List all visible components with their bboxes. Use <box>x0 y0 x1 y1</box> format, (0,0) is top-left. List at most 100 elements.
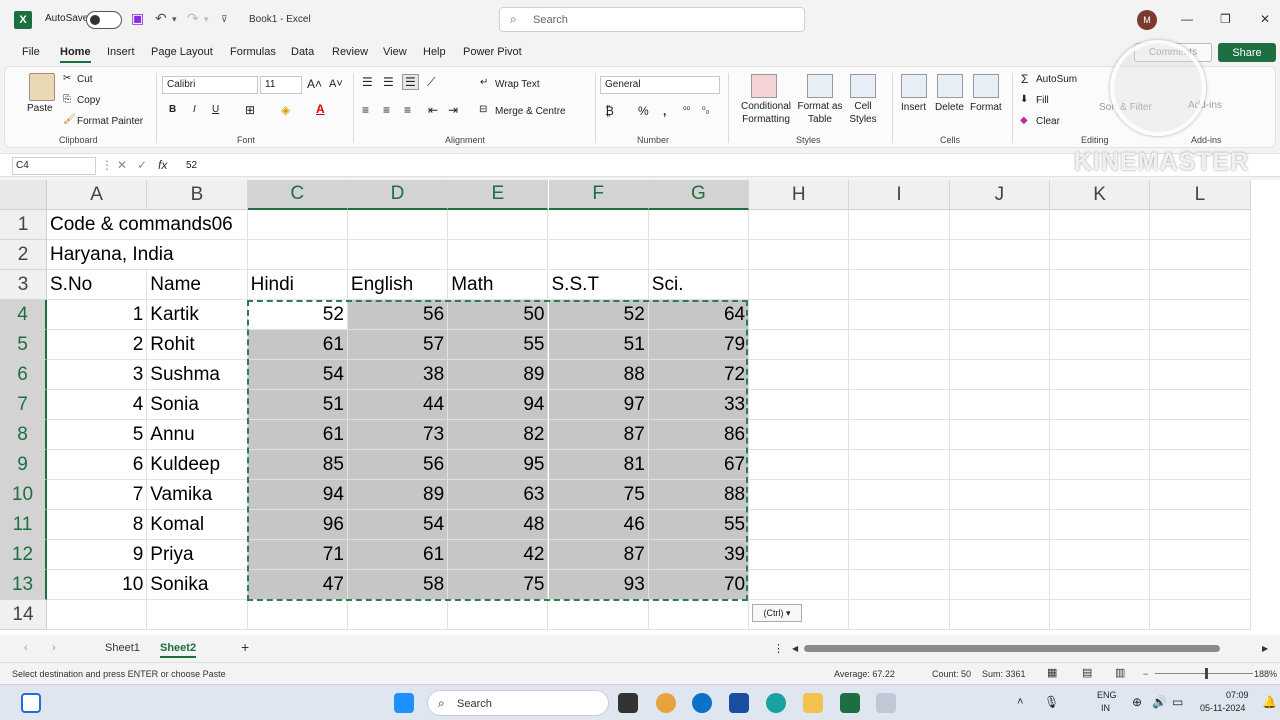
cell-c7[interactable]: 51 <box>247 390 348 420</box>
cell-g12[interactable]: 39 <box>648 540 750 570</box>
cell-l1[interactable] <box>1150 210 1251 240</box>
tab-home[interactable]: Home <box>60 46 91 63</box>
cell-l7[interactable] <box>1150 390 1251 420</box>
cell-i11[interactable] <box>849 510 950 540</box>
cell-f13[interactable]: 93 <box>548 570 649 600</box>
autosum-icon[interactable]: Σ <box>1021 72 1028 86</box>
excel-taskbar-icon[interactable] <box>840 693 860 713</box>
sheet-tab-sheet2[interactable]: Sheet2 <box>160 642 197 658</box>
cell-k8[interactable] <box>1050 420 1151 450</box>
next-sheet-icon[interactable]: › <box>52 642 56 654</box>
insert-function-button[interactable]: fx <box>158 158 167 172</box>
bold-button[interactable]: B <box>169 104 176 115</box>
tab-insert[interactable]: Insert <box>107 46 135 58</box>
redo-icon[interactable]: ↷ <box>187 10 199 27</box>
cell-e5[interactable]: 55 <box>448 330 549 360</box>
cell-a4[interactable]: 1 <box>47 300 148 330</box>
cell-j10[interactable] <box>949 480 1050 510</box>
conditional-formatting-icon[interactable] <box>751 74 777 98</box>
cell-d13[interactable]: 58 <box>347 570 449 600</box>
cell-i2[interactable] <box>849 240 950 270</box>
cell-g14[interactable] <box>648 600 750 630</box>
cell-g10[interactable]: 88 <box>648 480 750 510</box>
cell-d5[interactable]: 57 <box>347 330 449 360</box>
cell-styles-button[interactable]: Cell Styles <box>843 100 883 126</box>
region-label[interactable]: IN <box>1101 703 1110 713</box>
cell-f1[interactable] <box>548 210 649 240</box>
cell-b8[interactable]: Annu <box>147 420 248 450</box>
cell-i5[interactable] <box>849 330 950 360</box>
select-all-corner[interactable] <box>0 180 47 210</box>
cell-f6[interactable]: 88 <box>548 360 649 390</box>
save-icon[interactable]: ▣ <box>131 10 144 27</box>
column-header-h[interactable]: H <box>749 180 850 210</box>
cell-d4[interactable]: 56 <box>347 300 449 330</box>
cell-k2[interactable] <box>1050 240 1151 270</box>
volume-icon[interactable]: 🔊 <box>1152 695 1167 709</box>
cell-f2[interactable] <box>548 240 649 270</box>
cell-g3[interactable]: Sci. <box>648 270 750 300</box>
name-box[interactable]: C4 <box>12 157 96 175</box>
cell-h13[interactable] <box>749 570 850 600</box>
microphone-icon[interactable]: 🎙 <box>1044 695 1059 709</box>
page-layout-view-icon[interactable]: ▤ <box>1082 666 1092 679</box>
autosave-toggle[interactable] <box>86 11 122 29</box>
cell-b11[interactable]: Komal <box>147 510 248 540</box>
row-header-14[interactable]: 14 <box>0 600 47 630</box>
increase-font-icon[interactable]: A˄ <box>307 77 322 91</box>
share-button[interactable]: Share <box>1218 43 1276 62</box>
cell-f7[interactable]: 97 <box>548 390 649 420</box>
format-painter-icon[interactable]: 🖌 <box>63 114 76 125</box>
increase-indent-icon[interactable]: ⇥ <box>448 103 458 117</box>
cell-e7[interactable]: 94 <box>448 390 549 420</box>
cell-k14[interactable] <box>1050 600 1151 630</box>
column-header-b[interactable]: B <box>147 180 248 210</box>
autosum-button[interactable]: AutoSum <box>1036 74 1077 85</box>
paste-button[interactable]: Paste <box>27 103 53 114</box>
cell-j8[interactable] <box>949 420 1050 450</box>
copilot-icon[interactable] <box>656 693 676 713</box>
column-header-i[interactable]: I <box>849 180 950 210</box>
clear-button[interactable]: Clear <box>1036 116 1060 127</box>
clock-date[interactable]: 05-11-2024 <box>1200 703 1245 713</box>
cell-i1[interactable] <box>849 210 950 240</box>
cell-l11[interactable] <box>1150 510 1251 540</box>
cell-e3[interactable]: Math <box>448 270 549 300</box>
cell-k13[interactable] <box>1050 570 1151 600</box>
cell-h2[interactable] <box>749 240 850 270</box>
italic-button[interactable]: I <box>193 104 196 115</box>
cell-h10[interactable] <box>749 480 850 510</box>
copy-icon[interactable]: ⎘ <box>63 94 71 105</box>
cell-c2[interactable] <box>247 240 348 270</box>
cell-a2[interactable]: Haryana, India <box>47 240 248 270</box>
cell-f14[interactable] <box>548 600 649 630</box>
cell-e2[interactable] <box>448 240 549 270</box>
row-header-4[interactable]: 4 <box>0 300 47 330</box>
column-header-e[interactable]: E <box>448 180 549 210</box>
cell-j12[interactable] <box>949 540 1050 570</box>
dell-icon[interactable] <box>692 693 712 713</box>
format-as-table-icon[interactable] <box>807 74 833 98</box>
cell-c6[interactable]: 54 <box>247 360 348 390</box>
row-header-3[interactable]: 3 <box>0 270 47 300</box>
cell-b6[interactable]: Sushma <box>147 360 248 390</box>
cell-g9[interactable]: 67 <box>648 450 750 480</box>
decrease-indent-icon[interactable]: ⇤ <box>428 103 438 117</box>
formula-input[interactable]: 52 <box>186 160 197 171</box>
cell-l3[interactable] <box>1150 270 1251 300</box>
cell-j1[interactable] <box>949 210 1050 240</box>
taskbar-search[interactable]: ⌕ Search <box>427 690 609 716</box>
insert-cells-button[interactable]: Insert <box>901 102 926 113</box>
cell-i7[interactable] <box>849 390 950 420</box>
task-view-icon[interactable] <box>618 693 638 713</box>
widgets-icon[interactable] <box>21 693 41 713</box>
row-header-5[interactable]: 5 <box>0 330 47 360</box>
cell-g1[interactable] <box>648 210 750 240</box>
cell-a11[interactable]: 8 <box>47 510 148 540</box>
cell-d8[interactable]: 73 <box>347 420 449 450</box>
cell-g2[interactable] <box>648 240 750 270</box>
cell-e14[interactable] <box>448 600 549 630</box>
row-header-13[interactable]: 13 <box>0 570 47 600</box>
decrease-decimal-icon[interactable]: ⁰₀ <box>702 105 709 116</box>
currency-icon[interactable]: ₿ <box>605 104 614 118</box>
